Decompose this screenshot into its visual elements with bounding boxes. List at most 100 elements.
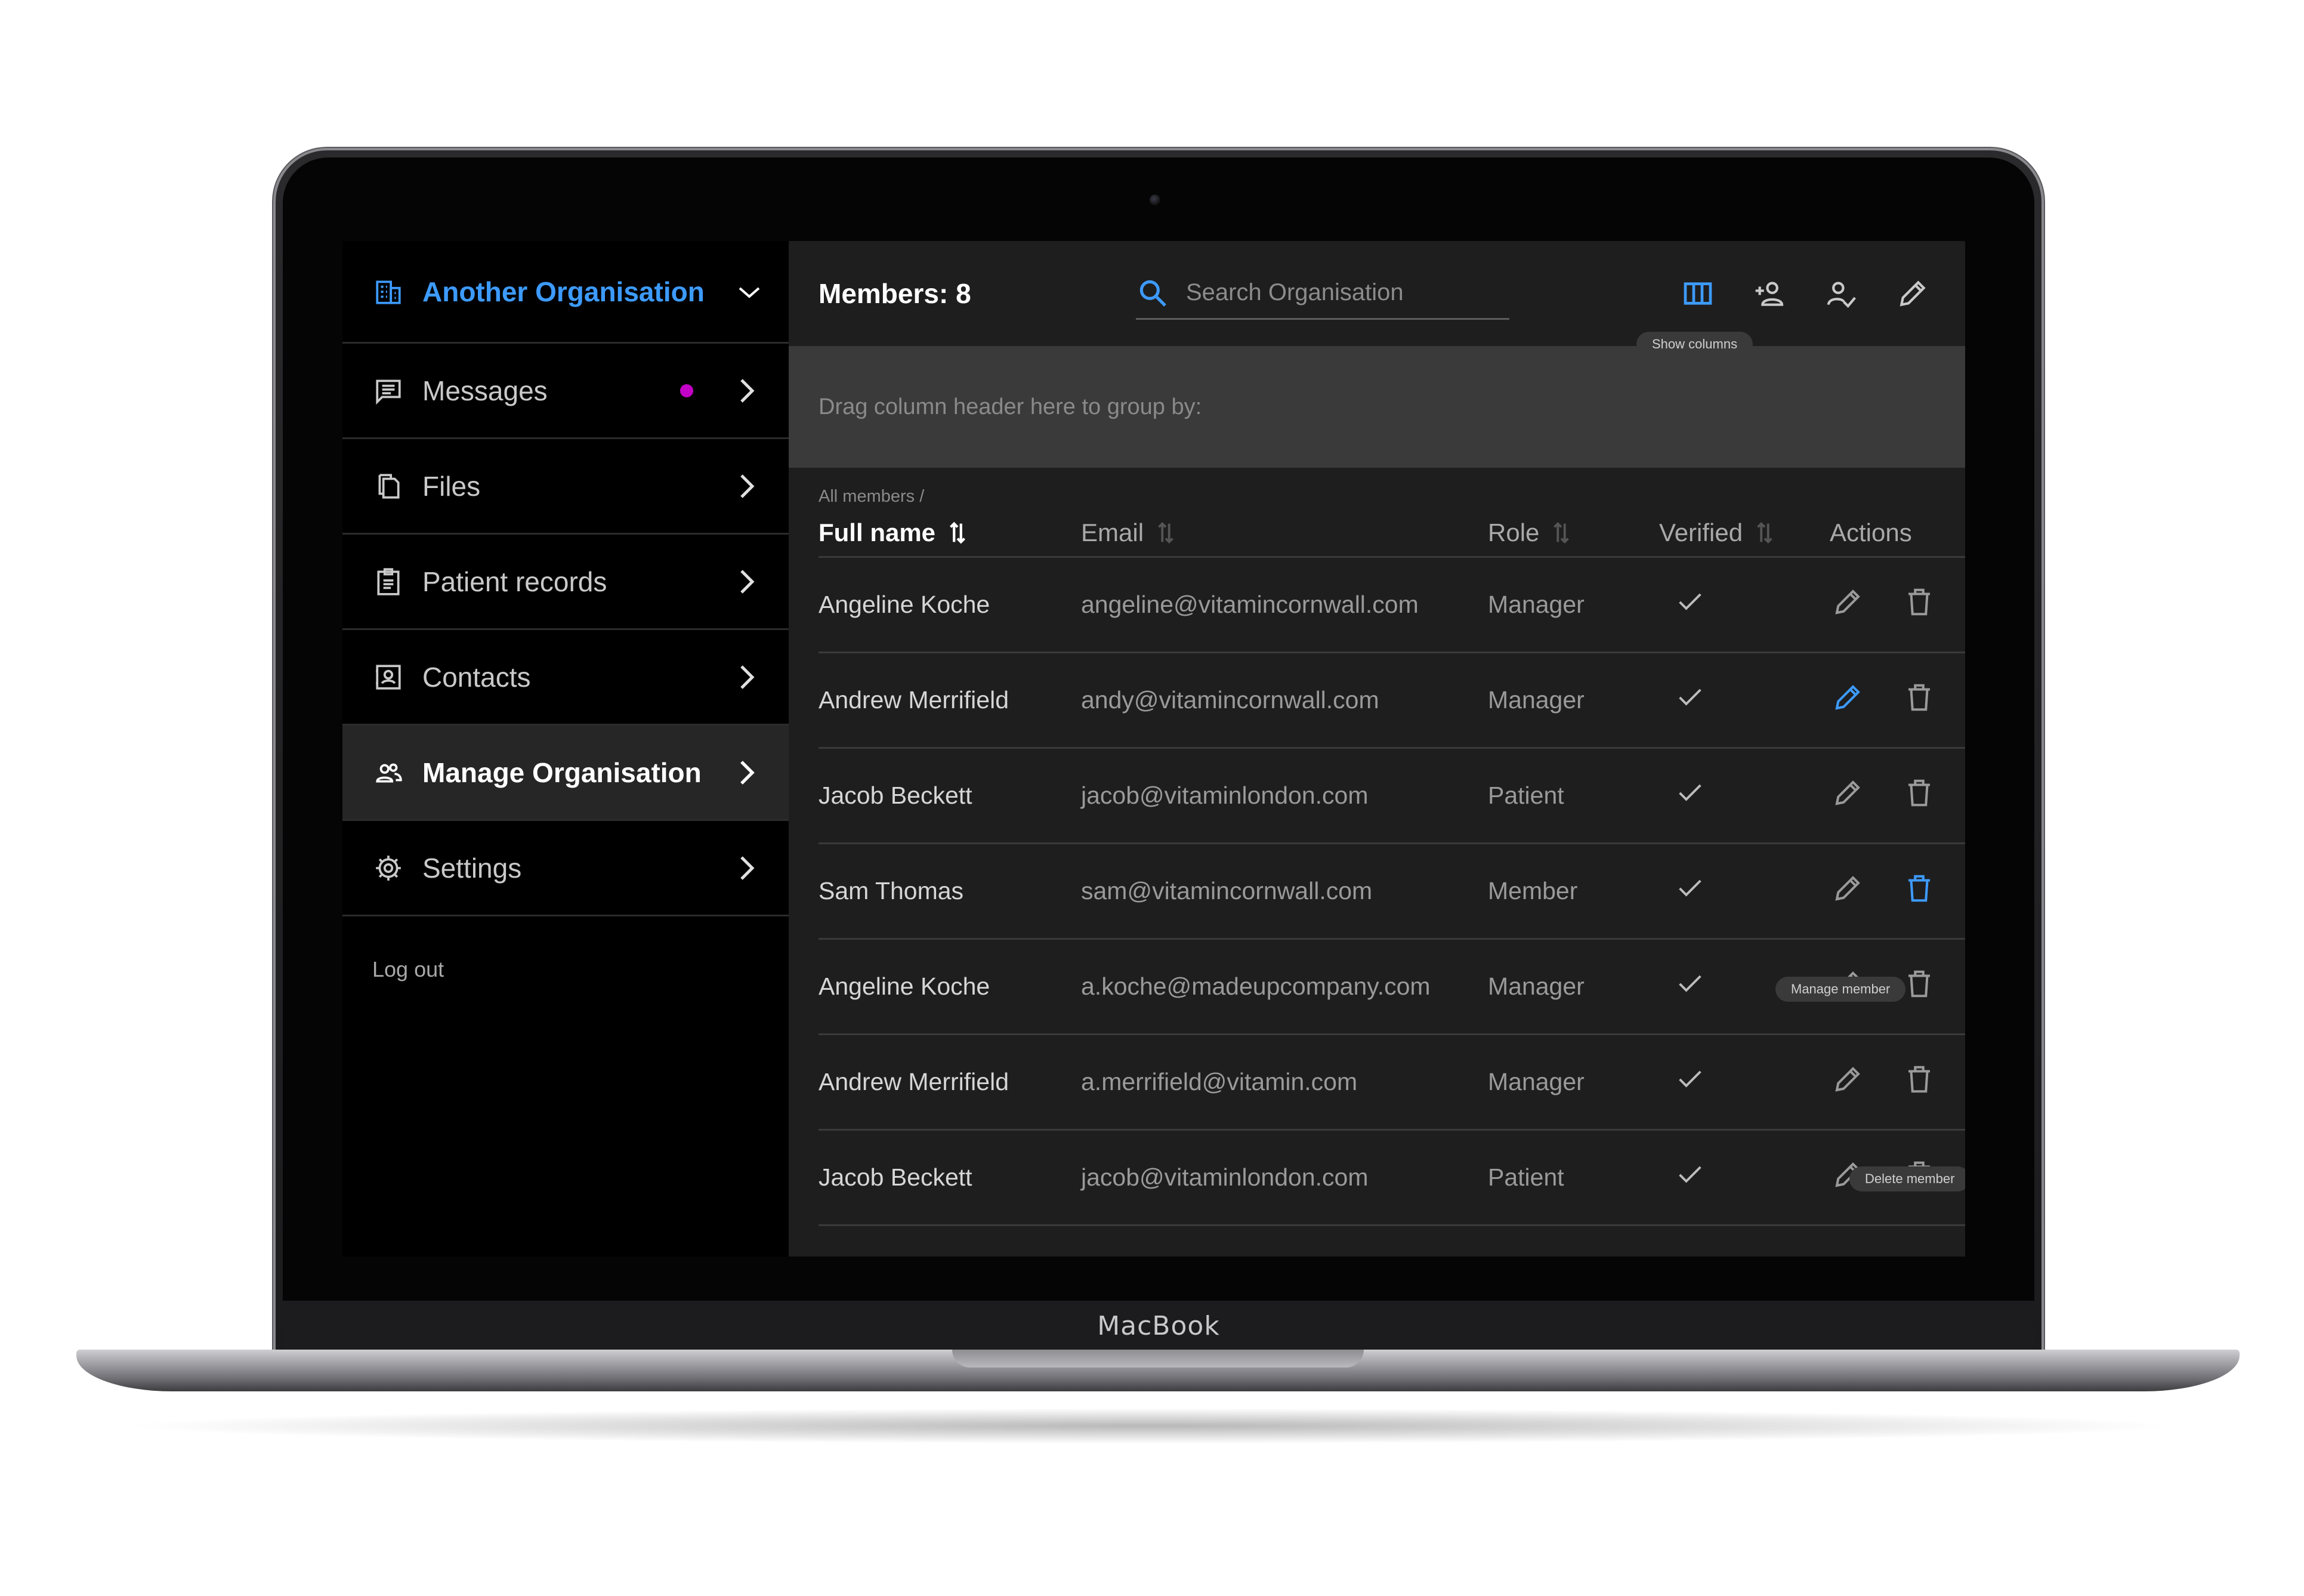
table-row[interactable]: Jacob Beckett jacob@vitaminlondon.com Pati… (819, 749, 1965, 844)
chevron-right-icon (735, 757, 759, 789)
laptop-shadow (119, 1408, 2183, 1444)
contacts-icon (372, 661, 404, 693)
sidebar-item-label: Settings (422, 852, 522, 884)
cell-verified (1659, 1159, 1830, 1196)
check-icon (1675, 1070, 1706, 1100)
cell-full-name: Andrew Merrifield (819, 1068, 1009, 1095)
cell-verified (1659, 682, 1830, 719)
cell-verified (1659, 1064, 1830, 1101)
cell-email: a.merrifield@vitamin.com (1081, 1068, 1358, 1095)
cell-email: a.koche@madeupcompany.com (1081, 973, 1431, 1000)
cell-actions (1830, 587, 1965, 623)
trash-icon (1903, 586, 1935, 624)
page-title: Members: 8 (819, 278, 971, 309)
cell-full-name: Jacob Beckett (819, 1163, 972, 1191)
check-icon (1675, 689, 1706, 718)
cell-actions (1830, 778, 1965, 814)
cell-verified (1659, 873, 1830, 910)
members-toolbar: Members: 8 Show columns (789, 241, 1965, 357)
main-panel: Members: 8 Show columns (789, 241, 1965, 1257)
breadcrumb[interactable]: All members / (819, 468, 1965, 510)
pencil-icon (1900, 280, 1926, 307)
macbook-chin: MacBook (283, 1301, 2034, 1351)
delete-member-button[interactable] (1901, 1064, 1937, 1100)
check-icon (1675, 879, 1706, 909)
sidebar-item-contacts[interactable]: Contacts (342, 630, 789, 726)
table-row[interactable]: Andrew Merrifield andy@vitamincornwall.co… (819, 653, 1965, 749)
delete-member-button[interactable] (1901, 873, 1937, 909)
cell-actions (1830, 873, 1965, 909)
people-icon (372, 757, 404, 789)
column-label: Verified (1659, 518, 1743, 547)
camera-icon (1150, 195, 1160, 205)
manage-member-button[interactable] (1830, 683, 1866, 718)
sort-icon (1158, 521, 1173, 544)
search-input[interactable] (1185, 279, 1497, 307)
pencil-icon (1832, 1063, 1864, 1101)
cell-full-name: Jacob Beckett (819, 782, 972, 809)
organisation-switcher[interactable]: Another Organisation (342, 241, 789, 344)
table-header: Full name Email Role Verified Actions (819, 510, 1965, 558)
files-icon (372, 470, 404, 502)
cell-full-name: Sam Thomas (819, 877, 964, 904)
cell-role: Manager (1488, 591, 1585, 618)
check-icon (1675, 784, 1706, 814)
column-label: Email (1081, 518, 1144, 547)
group-by-dropzone[interactable]: Drag column header here to group by: (789, 346, 1965, 468)
brand-label: MacBook (1097, 1310, 1220, 1341)
cell-actions (1830, 683, 1965, 718)
column-header-role[interactable]: Role (1488, 518, 1659, 547)
cell-role: Patient (1488, 1163, 1564, 1191)
macbook-notch (952, 1350, 1364, 1367)
search-icon (1139, 280, 1166, 307)
trash-icon (1903, 681, 1935, 720)
sidebar-item-files[interactable]: Files (342, 439, 789, 535)
add-member-button[interactable] (1752, 276, 1787, 311)
sort-icon (950, 521, 966, 544)
cell-role: Manager (1488, 1068, 1585, 1095)
table-row[interactable]: Jacob Beckett jacob@vitaminlondon.com Pati… (819, 1131, 1965, 1226)
logout-link[interactable]: Log out (342, 916, 789, 1023)
delete-member-button[interactable] (1901, 778, 1937, 814)
cell-role: Member (1488, 877, 1578, 904)
check-icon (1675, 975, 1706, 1005)
table-row[interactable]: Sam Thomas sam@vitamincornwall.com Member (819, 844, 1965, 940)
column-header-email[interactable]: Email (1081, 518, 1488, 547)
chevron-right-icon (735, 470, 759, 502)
search-field[interactable] (1136, 268, 1509, 320)
delete-member-button[interactable] (1901, 587, 1937, 623)
app-window: Another Organisation Messages Files Pati… (342, 241, 1965, 1257)
sidebar-item-label: Files (422, 470, 481, 502)
manage-member-tooltip: Manage member (1775, 977, 1906, 1002)
sidebar-item-manage-organisation[interactable]: Manage Organisation (342, 726, 789, 821)
trash-icon (1903, 777, 1935, 815)
person-check-icon (1827, 282, 1856, 308)
cell-role: Manager (1488, 686, 1585, 714)
edit-button[interactable] (1895, 276, 1931, 311)
organisation-name: Another Organisation (422, 276, 705, 307)
sidebar-item-label: Contacts (422, 661, 531, 693)
table-row[interactable]: Andrew Merrifield a.merrifield@vitamin.co… (819, 1035, 1965, 1131)
delete-member-button[interactable] (1901, 683, 1937, 718)
column-header-verified[interactable]: Verified (1659, 518, 1830, 547)
delete-member-button[interactable] (1901, 969, 1937, 1005)
cell-full-name: Andrew Merrifield (819, 686, 1009, 714)
clipboard-icon (372, 566, 404, 598)
sidebar-item-patient-records[interactable]: Patient records (342, 535, 789, 630)
verify-member-button[interactable] (1823, 276, 1859, 311)
message-icon (372, 375, 404, 407)
manage-member-button[interactable] (1830, 873, 1866, 909)
column-header-full-name[interactable]: Full name (819, 518, 1081, 547)
cell-verified (1659, 777, 1830, 814)
cell-email: jacob@vitaminlondon.com (1081, 782, 1369, 809)
manage-member-button[interactable] (1830, 587, 1866, 623)
show-columns-button[interactable] (1680, 276, 1716, 311)
members-table: All members / Full name Email Role Verif… (789, 468, 1965, 1226)
column-label: Role (1488, 518, 1540, 547)
table-row[interactable]: Angeline Koche angeline@vitamincornwall.c… (819, 558, 1965, 653)
sidebar-item-settings[interactable]: Settings (342, 821, 789, 916)
manage-member-button[interactable] (1830, 1064, 1866, 1100)
pencil-icon (1832, 586, 1864, 624)
manage-member-button[interactable] (1830, 778, 1866, 814)
sidebar-item-messages[interactable]: Messages (342, 344, 789, 439)
